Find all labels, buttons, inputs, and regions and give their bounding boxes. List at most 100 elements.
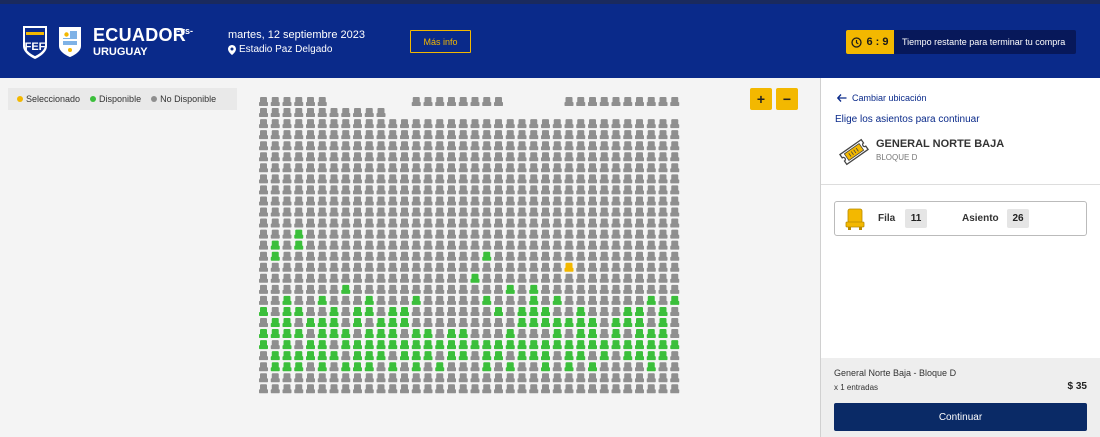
seat-available[interactable] — [611, 340, 621, 350]
seat-available[interactable] — [388, 306, 398, 316]
seat-available[interactable] — [400, 306, 409, 316]
seat-available[interactable] — [635, 351, 644, 361]
seat-available[interactable] — [364, 329, 374, 339]
seat-available[interactable] — [353, 318, 362, 327]
seat-available[interactable] — [552, 340, 562, 350]
seat-available[interactable] — [611, 318, 621, 327]
seat-available[interactable] — [470, 340, 480, 350]
seat-available[interactable] — [294, 229, 304, 239]
seat-available[interactable] — [376, 329, 386, 339]
seat-available[interactable] — [411, 340, 421, 350]
seat-available[interactable] — [599, 351, 609, 361]
more-info-button[interactable]: Más info — [410, 30, 471, 53]
seat-available[interactable] — [670, 340, 680, 350]
seat-available[interactable] — [482, 340, 492, 350]
seat-available[interactable] — [494, 306, 503, 316]
seat-available[interactable] — [353, 362, 362, 372]
seat-available[interactable] — [529, 284, 539, 294]
seat-available[interactable] — [270, 351, 280, 361]
seat-available[interactable] — [517, 318, 527, 327]
seat-available[interactable] — [482, 351, 492, 361]
seat-available[interactable] — [623, 318, 633, 327]
seat-available[interactable] — [541, 362, 550, 372]
seat-available[interactable] — [317, 318, 327, 327]
seat-available[interactable] — [635, 318, 644, 327]
seat-available[interactable] — [576, 318, 586, 327]
seat-available[interactable] — [282, 340, 292, 350]
seat-available[interactable] — [517, 306, 527, 316]
seat-available[interactable] — [282, 318, 292, 327]
seat-available[interactable] — [306, 318, 315, 327]
seat-available[interactable] — [588, 318, 597, 327]
seat-available[interactable] — [411, 295, 421, 305]
seat-available[interactable] — [564, 318, 574, 327]
seat-available[interactable] — [505, 362, 515, 372]
seat-available[interactable] — [270, 362, 280, 372]
seat-available[interactable] — [517, 340, 527, 350]
seat-available[interactable] — [376, 318, 386, 327]
seat-available[interactable] — [423, 351, 433, 361]
seat-available[interactable] — [411, 362, 421, 372]
seat-available[interactable] — [552, 318, 562, 327]
seat-available[interactable] — [505, 329, 515, 339]
seat-available[interactable] — [364, 362, 374, 372]
seat-available[interactable] — [623, 351, 633, 361]
seat-available[interactable] — [470, 273, 480, 283]
seat-available[interactable] — [529, 295, 539, 305]
seat-available[interactable] — [599, 340, 609, 350]
seat-available[interactable] — [482, 251, 492, 261]
continue-button[interactable]: Continuar — [834, 403, 1087, 431]
seat-available[interactable] — [458, 340, 468, 350]
seat-available[interactable] — [282, 362, 292, 372]
seat-available[interactable] — [505, 284, 515, 294]
seat-available[interactable] — [376, 351, 386, 361]
seat-available[interactable] — [270, 318, 280, 327]
seat-available[interactable] — [259, 340, 268, 350]
seat-available[interactable] — [576, 329, 586, 339]
seat-available[interactable] — [635, 306, 644, 316]
seat-available[interactable] — [646, 340, 656, 350]
seat-available[interactable] — [317, 362, 327, 372]
seat-available[interactable] — [646, 351, 656, 361]
seat-available[interactable] — [376, 340, 386, 350]
seat-available[interactable] — [282, 329, 292, 339]
seat-available[interactable] — [564, 362, 574, 372]
seat-available[interactable] — [294, 306, 304, 316]
seat-available[interactable] — [364, 306, 374, 316]
seat-available[interactable] — [329, 351, 339, 361]
seat-available[interactable] — [411, 351, 421, 361]
seat-available[interactable] — [435, 362, 445, 372]
seat-available[interactable] — [482, 295, 492, 305]
seat-available[interactable] — [388, 340, 398, 350]
seat-available[interactable] — [411, 329, 421, 339]
seat-available[interactable] — [447, 351, 456, 361]
seat-available[interactable] — [270, 329, 280, 339]
seat-available[interactable] — [564, 340, 574, 350]
seat-available[interactable] — [329, 318, 339, 327]
seat-available[interactable] — [576, 351, 586, 361]
seat-available[interactable] — [646, 362, 656, 372]
seat-available[interactable] — [658, 340, 668, 350]
seat-available[interactable] — [306, 351, 315, 361]
seat-available[interactable] — [541, 340, 550, 350]
seat-available[interactable] — [270, 240, 280, 250]
seat-available[interactable] — [294, 351, 304, 361]
seat-available[interactable] — [517, 351, 527, 361]
seat-available[interactable] — [552, 295, 562, 305]
seat-available[interactable] — [447, 340, 456, 350]
seat-available[interactable] — [341, 284, 351, 294]
seat-available[interactable] — [317, 329, 327, 339]
seat-available[interactable] — [329, 329, 339, 339]
seat-available[interactable] — [505, 340, 515, 350]
seat-available[interactable] — [270, 251, 280, 261]
seat-available[interactable] — [611, 329, 621, 339]
seat-available[interactable] — [364, 351, 374, 361]
seat-available[interactable] — [658, 351, 668, 361]
seat-available[interactable] — [529, 318, 539, 327]
seat-available[interactable] — [588, 340, 597, 350]
seat-available[interactable] — [541, 351, 550, 361]
seat-available[interactable] — [435, 340, 445, 350]
seat-available[interactable] — [494, 351, 503, 361]
seat-available[interactable] — [353, 306, 362, 316]
seat-available[interactable] — [529, 340, 539, 350]
